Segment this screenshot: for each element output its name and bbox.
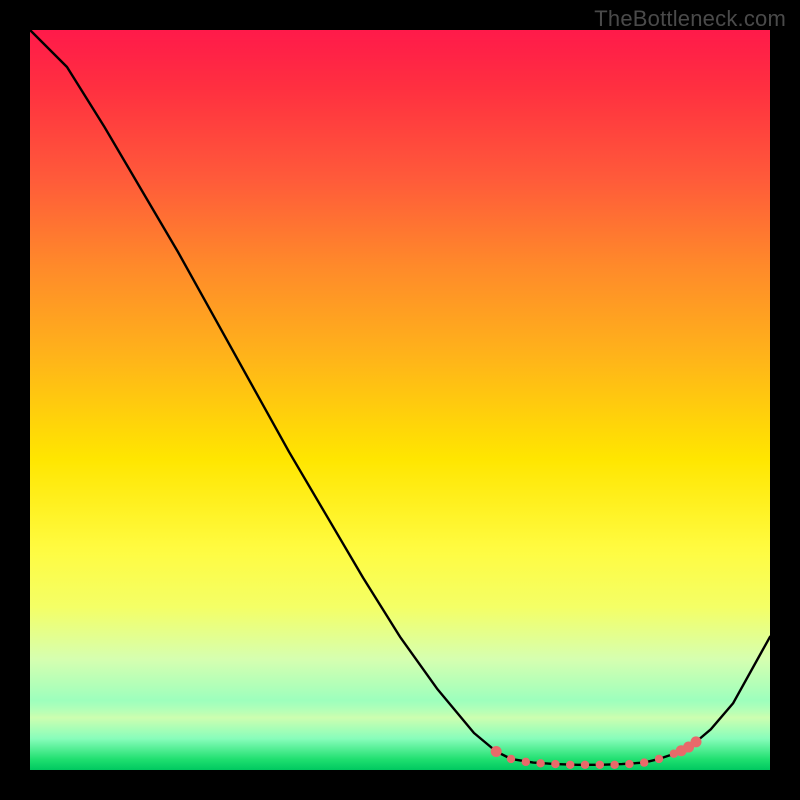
chart-stage: TheBottleneck.com: [0, 0, 800, 800]
highlight-dot: [522, 758, 530, 766]
watermark-text: TheBottleneck.com: [594, 6, 786, 32]
highlight-dot: [551, 760, 559, 768]
highlight-dot: [625, 760, 633, 768]
highlight-dot: [691, 736, 702, 747]
highlight-dot: [610, 761, 618, 769]
highlight-dot: [536, 759, 544, 767]
highlight-dot: [491, 746, 502, 757]
highlight-dot: [596, 761, 604, 769]
bottleneck-curve: [30, 30, 770, 765]
optimal-range-dots: [491, 736, 702, 769]
curve-svg: [30, 30, 770, 770]
highlight-dot: [640, 758, 648, 766]
plot-area: [30, 30, 770, 770]
highlight-dot: [581, 761, 589, 769]
highlight-dot: [507, 755, 515, 763]
highlight-dot: [566, 761, 574, 769]
highlight-dot: [655, 755, 663, 763]
